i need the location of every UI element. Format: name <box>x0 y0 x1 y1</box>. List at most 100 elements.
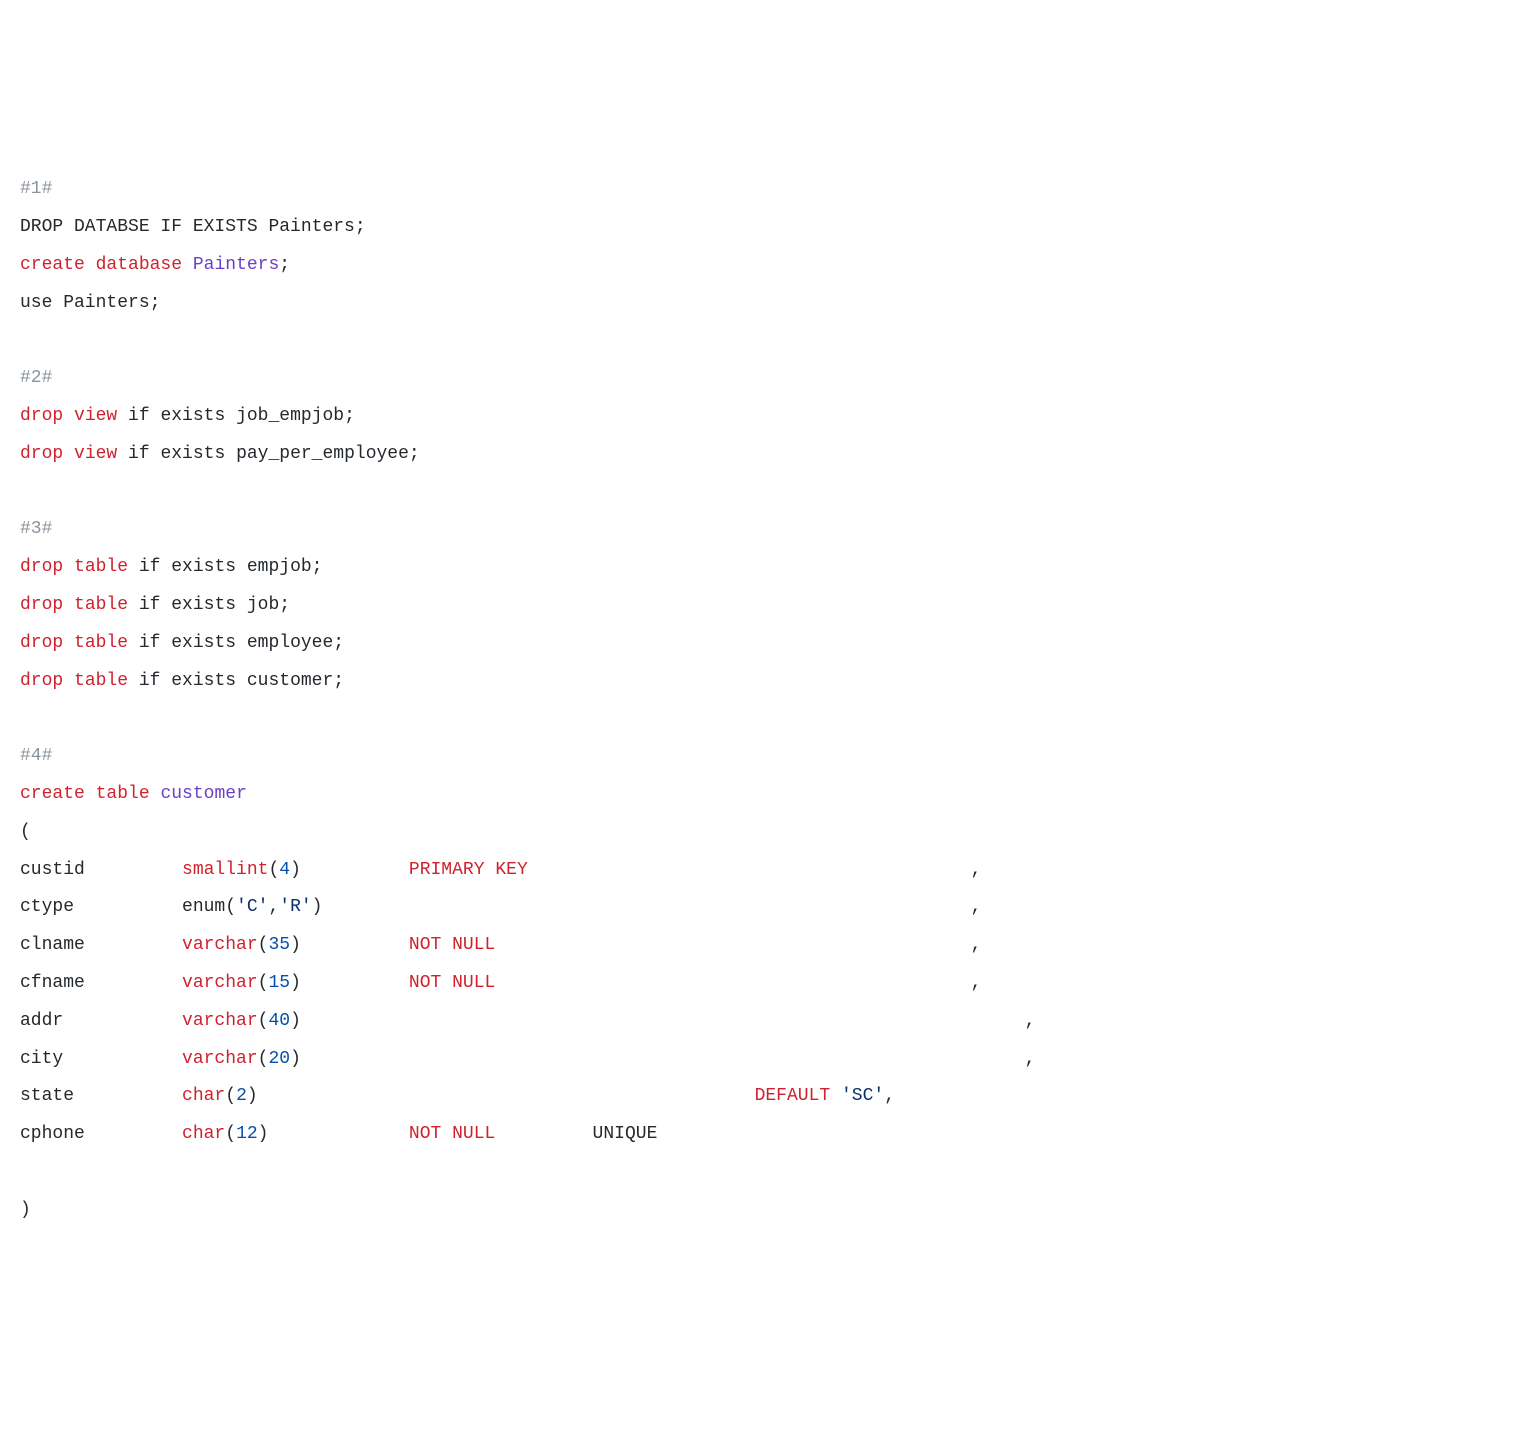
code-token: ( <box>258 1011 269 1031</box>
code-token: Painters <box>193 255 279 275</box>
code-token: , <box>495 935 981 955</box>
code-token: #4# <box>20 746 52 766</box>
code-token: NOT <box>409 973 441 993</box>
code-token: #1# <box>20 179 52 199</box>
code-token: ( <box>258 1049 269 1069</box>
code-token: table <box>74 671 128 691</box>
code-token: ) <box>290 935 409 955</box>
code-token: 35 <box>268 935 290 955</box>
code-token: ( <box>225 1124 236 1144</box>
code-token: ( <box>268 860 279 880</box>
code-token: 4 <box>279 860 290 880</box>
code-token: 'R' <box>279 897 311 917</box>
code-token: NULL <box>452 973 495 993</box>
code-token: 'C' <box>236 897 268 917</box>
code-token: addr <box>20 1011 182 1031</box>
code-token: 15 <box>268 973 290 993</box>
code-token: KEY <box>495 860 527 880</box>
code-token: ) <box>247 1086 755 1106</box>
sql-code-block: #1# DROP DATABSE IF EXISTS Painters; cre… <box>20 171 1503 1229</box>
code-token: 40 <box>268 1011 290 1031</box>
code-token <box>85 255 96 275</box>
code-token: 20 <box>268 1049 290 1069</box>
code-token: #3# <box>20 519 52 539</box>
code-token <box>63 557 74 577</box>
code-token: DROP DATABSE IF EXISTS Painters; <box>20 217 366 237</box>
code-token <box>485 860 496 880</box>
code-token <box>63 444 74 464</box>
code-token: varchar <box>182 1049 258 1069</box>
code-token: NOT <box>409 1124 441 1144</box>
code-token <box>150 784 161 804</box>
code-token: smallint <box>182 860 268 880</box>
code-token: NOT <box>409 935 441 955</box>
code-token: ( <box>225 1086 236 1106</box>
code-token <box>63 406 74 426</box>
code-token: drop <box>20 444 63 464</box>
code-token: , <box>268 897 279 917</box>
code-token: customer <box>160 784 246 804</box>
code-token: ctype enum( <box>20 897 236 917</box>
code-token <box>182 255 193 275</box>
code-token: ( <box>258 935 269 955</box>
code-token: create <box>20 255 85 275</box>
code-token: ( <box>20 822 31 842</box>
code-token: table <box>96 784 150 804</box>
code-token: table <box>74 595 128 615</box>
code-token: view <box>74 406 117 426</box>
code-token: drop <box>20 406 63 426</box>
code-token: if exists customer; <box>128 671 344 691</box>
code-token: drop <box>20 633 63 653</box>
code-token: varchar <box>182 935 258 955</box>
code-token <box>441 973 452 993</box>
code-token: if exists pay_per_employee; <box>117 444 419 464</box>
code-token: city <box>20 1049 182 1069</box>
code-token: view <box>74 444 117 464</box>
code-token: varchar <box>182 973 258 993</box>
code-token: ) <box>258 1124 409 1144</box>
code-token: database <box>96 255 182 275</box>
code-token: char <box>182 1124 225 1144</box>
code-token: create <box>20 784 85 804</box>
code-token: char <box>182 1086 225 1106</box>
code-token: 2 <box>236 1086 247 1106</box>
code-token: UNIQUE <box>495 1124 657 1144</box>
code-token <box>63 633 74 653</box>
code-token: ) <box>290 973 409 993</box>
code-token <box>441 935 452 955</box>
code-token: ( <box>258 973 269 993</box>
code-token: table <box>74 557 128 577</box>
code-token <box>85 784 96 804</box>
code-token: state <box>20 1086 182 1106</box>
code-token: if exists job; <box>128 595 290 615</box>
code-token: drop <box>20 671 63 691</box>
code-token: clname <box>20 935 182 955</box>
code-token: if exists empjob; <box>128 557 322 577</box>
code-token: table <box>74 633 128 653</box>
code-token: cphone <box>20 1124 182 1144</box>
code-token: use Painters; <box>20 293 160 313</box>
code-token: , <box>528 860 982 880</box>
code-token <box>441 1124 452 1144</box>
code-token: varchar <box>182 1011 258 1031</box>
code-token: , <box>884 1086 895 1106</box>
code-token: ) , <box>312 897 982 917</box>
code-token: ) <box>20 1200 31 1220</box>
code-token: DEFAULT <box>755 1086 831 1106</box>
code-token: 12 <box>236 1124 258 1144</box>
code-token: NULL <box>452 935 495 955</box>
code-token: #2# <box>20 368 52 388</box>
code-token <box>63 671 74 691</box>
code-token: , <box>495 973 981 993</box>
code-token: ; <box>279 255 290 275</box>
code-token <box>830 1086 841 1106</box>
code-token: ) <box>290 860 409 880</box>
code-token: drop <box>20 595 63 615</box>
code-token: NULL <box>452 1124 495 1144</box>
code-token: 'SC' <box>841 1086 884 1106</box>
code-token: PRIMARY <box>409 860 485 880</box>
code-token: ) , <box>290 1049 1035 1069</box>
code-token: if exists employee; <box>128 633 344 653</box>
code-token <box>63 595 74 615</box>
code-token: cfname <box>20 973 182 993</box>
